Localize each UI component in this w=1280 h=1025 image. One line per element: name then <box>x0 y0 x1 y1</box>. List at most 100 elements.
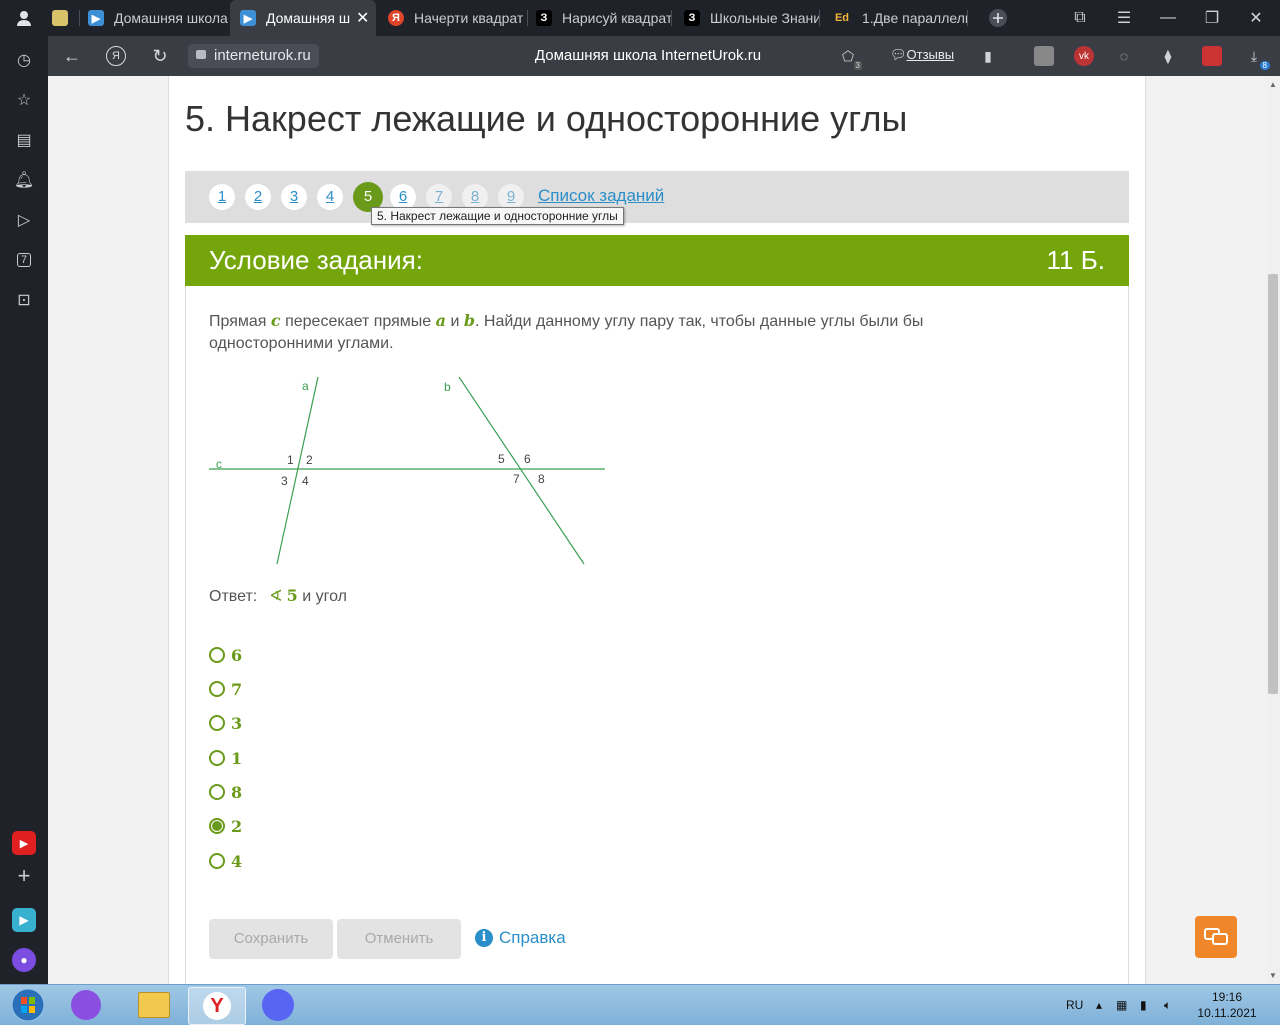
scroll-down-icon[interactable]: ▼ <box>1269 971 1277 980</box>
radio-button[interactable] <box>209 750 225 766</box>
address-bar: ← Я ↻ interneturok.ru Домашняя школа Int… <box>48 36 1280 76</box>
angle-label-6: 6 <box>524 452 531 466</box>
close-tab-icon[interactable]: ✕ <box>356 8 369 28</box>
tab-label: Школьные Знани <box>710 10 820 26</box>
bookmark-icon[interactable]: ▮ <box>978 46 998 66</box>
radio-button[interactable] <box>209 681 225 697</box>
task-number-2[interactable]: 2 <box>245 184 271 210</box>
network-icon[interactable]: ▦ <box>1116 985 1127 1025</box>
line-b <box>458 376 585 565</box>
interneturok-icon: ▶ <box>88 10 104 26</box>
video-play-icon[interactable]: ▷ <box>12 208 36 232</box>
tab-yandex[interactable]: Я Начерти квадрат <box>388 0 528 36</box>
tab-label: Начерти квадрат <box>414 10 524 26</box>
page-scrollbar[interactable]: ▲ ▼ <box>1266 76 1280 984</box>
alice-taskbar-icon[interactable] <box>58 987 114 1023</box>
screenshot-camera-icon[interactable]: ⊡ <box>12 288 36 312</box>
language-indicator[interactable]: RU <box>1066 985 1083 1025</box>
yandex-browser-taskbar-icon[interactable]: Y <box>188 987 246 1025</box>
discord-icon[interactable] <box>250 987 306 1023</box>
option-3[interactable]: 3 <box>209 712 242 734</box>
collections-icon[interactable]: ▤ <box>12 128 36 152</box>
reviews-button[interactable]: 💬︎Отзывы <box>890 44 954 66</box>
radio-button[interactable] <box>209 647 225 663</box>
extensions-puzzle-icon[interactable]: ⧫ <box>1158 46 1178 66</box>
angle-symbol-icon: ∢ <box>269 588 283 605</box>
tabs-collection-icon[interactable]: ⧉ <box>1060 0 1100 36</box>
bookmarks-star-icon[interactable]: ☆ <box>12 88 36 112</box>
scroll-up-icon[interactable]: ▲ <box>1269 80 1277 89</box>
tray-expand-icon[interactable]: ▴ <box>1096 985 1102 1025</box>
option-1[interactable]: 1 <box>209 747 242 769</box>
angle-label-7: 7 <box>513 472 520 486</box>
task-tooltip: 5. Накрест лежащие и односторонние углы <box>371 207 624 225</box>
radio-button-selected[interactable] <box>209 818 225 834</box>
tab-pinned[interactable] <box>52 0 80 36</box>
geometry-figure: a b c 1 2 3 4 5 6 7 8 <box>209 376 605 565</box>
tab-znanija-1[interactable]: З Нарисуй квадрат <box>536 0 672 36</box>
restore-icon[interactable]: ❐ <box>1192 0 1232 36</box>
option-8[interactable]: 8 <box>209 781 242 803</box>
option-6[interactable]: 6 <box>209 644 242 666</box>
task-list-link[interactable]: Список заданий <box>538 186 664 206</box>
angle-label-5: 5 <box>498 452 505 466</box>
option-2[interactable]: 2 <box>209 815 242 837</box>
tab-ed[interactable]: Ed 1.Две параллель <box>832 0 968 36</box>
protect-icon[interactable]: ⬠ 3 <box>838 46 862 70</box>
clock[interactable]: 19:16 10.11.2021 <box>1192 989 1262 1021</box>
help-link[interactable]: i Справка <box>475 928 566 948</box>
menu-icon[interactable]: ☰ <box>1104 0 1144 36</box>
tab-interneturok-1[interactable]: ▶ Домашняя школа <box>88 0 228 36</box>
youtube-icon[interactable]: ▶ <box>12 831 36 855</box>
back-arrow-icon[interactable]: ← <box>54 36 90 76</box>
vk-icon[interactable]: vk <box>1074 46 1094 66</box>
volume-icon[interactable]: 🔈︎ <box>1164 985 1171 1025</box>
notifications-bell-icon[interactable]: 🔔︎ <box>12 168 36 192</box>
file-explorer-icon[interactable] <box>126 987 182 1023</box>
page-viewport: 5. Накрест лежащие и односторонние углы … <box>48 76 1266 984</box>
tab-label: 1.Две параллель <box>862 10 968 26</box>
option-4[interactable]: 4 <box>209 850 242 872</box>
znanija-icon: З <box>536 10 552 26</box>
downloads-icon[interactable]: ⤓ 8 <box>1244 46 1270 70</box>
cancel-button[interactable]: Отменить <box>337 919 461 959</box>
radio-button[interactable] <box>209 784 225 800</box>
lesson-heading: 5. Накрест лежащие и односторонние углы <box>185 98 908 139</box>
chat-button[interactable] <box>1195 916 1237 958</box>
url-field[interactable]: interneturok.ru <box>188 44 319 68</box>
lightbulb-icon[interactable]: ◌ <box>1114 46 1134 66</box>
task-navigation: 1 2 3 4 5 6 7 8 9 Список заданий <box>185 171 1129 223</box>
radio-button[interactable] <box>209 715 225 731</box>
task-number-1[interactable]: 1 <box>209 184 235 210</box>
yandex-home-icon[interactable]: Я <box>98 36 134 76</box>
reload-icon[interactable]: ↻ <box>142 36 178 76</box>
messenger-icon[interactable]: ▶ <box>12 908 36 932</box>
tab-label: Домашняя школа <box>114 10 228 26</box>
save-button[interactable]: Сохранить <box>209 919 333 959</box>
lock-icon <box>196 50 206 59</box>
alice-icon[interactable]: ● <box>12 948 36 972</box>
add-panel-icon[interactable]: + <box>12 863 36 888</box>
yandex-icon: Я <box>388 10 404 26</box>
new-tab-icon[interactable] <box>978 0 1018 36</box>
close-window-icon[interactable]: ✕ <box>1236 0 1276 36</box>
signal-icon[interactable]: ▮ <box>1140 985 1147 1025</box>
browser-sidebar: ◷ ☆ ▤ 🔔︎ ▷ 7 ⊡ ▶ + ▶ ● <box>0 36 48 984</box>
extension-image-icon[interactable] <box>1034 46 1054 66</box>
option-7[interactable]: 7 <box>209 678 242 700</box>
chat-icon <box>1204 928 1228 945</box>
radio-button[interactable] <box>209 853 225 869</box>
profile-icon[interactable] <box>4 0 44 36</box>
start-button[interactable] <box>0 987 56 1023</box>
scroll-thumb[interactable] <box>1268 274 1278 694</box>
tab-znanija-2[interactable]: З Школьные Знани <box>684 0 820 36</box>
calendar-icon[interactable]: 7 <box>12 248 36 272</box>
extension-badge-icon[interactable] <box>1202 46 1222 66</box>
tab-interneturok-active[interactable]: ▶ Домашняя шк ✕ <box>230 0 376 36</box>
minimize-icon[interactable]: — <box>1148 0 1188 36</box>
task-number-4[interactable]: 4 <box>317 184 343 210</box>
task-number-3[interactable]: 3 <box>281 184 307 210</box>
answer-line: Ответ: ∢ 5 и угол <box>209 586 347 606</box>
history-icon[interactable]: ◷ <box>12 48 36 72</box>
angle-label-1: 1 <box>287 453 294 467</box>
